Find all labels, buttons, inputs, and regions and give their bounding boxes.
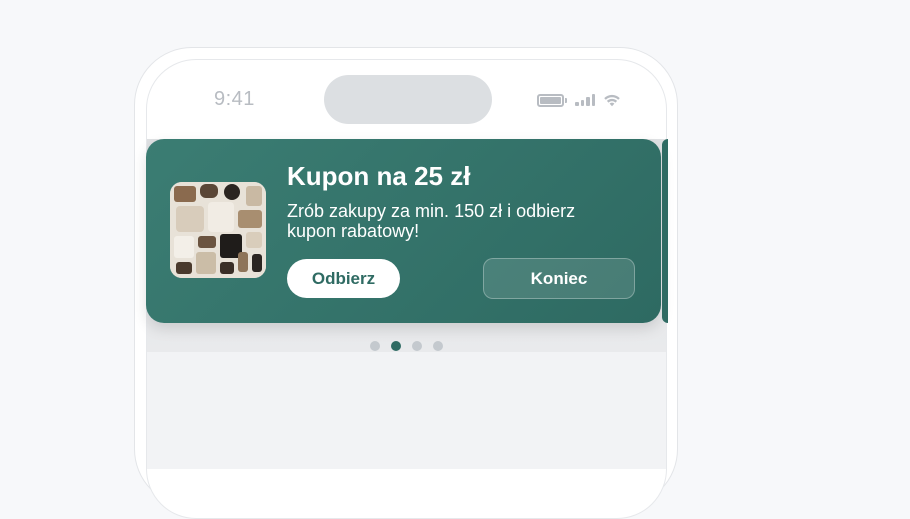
pagination-dot-active[interactable] bbox=[391, 341, 401, 351]
banner-description: Zrób zakupy za min. 150 zł i odbierz kup… bbox=[287, 201, 576, 241]
carousel-pagination bbox=[370, 341, 443, 351]
status-icons bbox=[537, 90, 621, 110]
next-card-peek[interactable] bbox=[662, 139, 668, 323]
pagination-dot[interactable] bbox=[412, 341, 422, 351]
dynamic-island bbox=[324, 75, 492, 124]
end-button[interactable]: Koniec bbox=[483, 258, 635, 299]
claim-button[interactable]: Odbierz bbox=[287, 259, 400, 298]
battery-icon bbox=[537, 93, 564, 107]
coupon-banner-card[interactable]: Kupon na 25 zł Zrób zakupy za min. 150 z… bbox=[146, 139, 661, 323]
battery-tip bbox=[565, 97, 567, 103]
banner-title: Kupon na 25 zł bbox=[287, 161, 471, 191]
clothing-flatlay-image bbox=[170, 182, 266, 278]
signal-icon bbox=[575, 94, 595, 106]
status-time: 9:41 bbox=[214, 88, 255, 110]
pagination-dot[interactable] bbox=[433, 341, 443, 351]
wifi-icon bbox=[604, 94, 620, 107]
pagination-dot[interactable] bbox=[370, 341, 380, 351]
